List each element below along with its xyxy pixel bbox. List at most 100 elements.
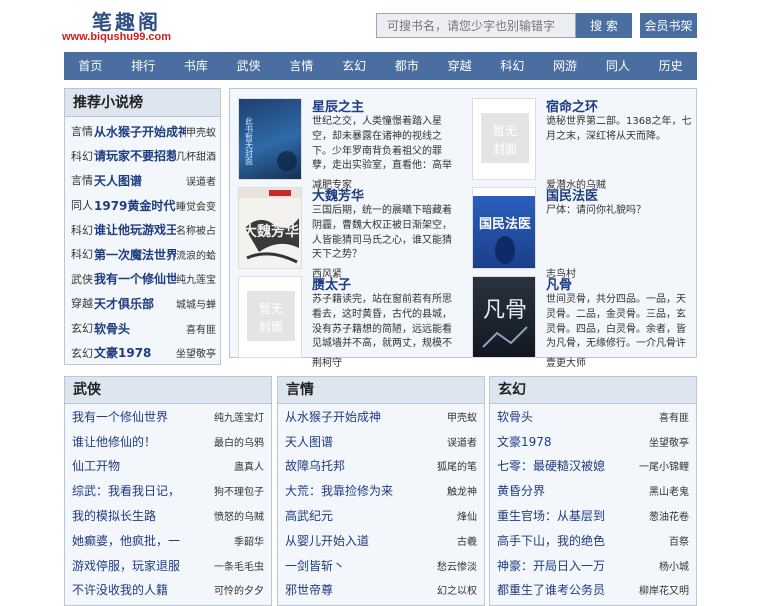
book-link[interactable]: 不许没收我的人籍	[72, 581, 168, 598]
recommend-book-link[interactable]: 天才俱乐部	[94, 295, 176, 312]
bookshelf-button[interactable]: 会员书架	[640, 13, 697, 38]
nav-item-scifi[interactable]: 科幻	[486, 52, 539, 80]
book-title-link[interactable]: 大魏芳华	[312, 185, 364, 204]
list-item: 谁让他修仙的！ 最白的乌鸦	[65, 429, 271, 454]
recommend-book-link[interactable]: 请玩家不要招惹软	[94, 147, 176, 164]
cover-caption: 封面	[493, 142, 517, 156]
book-link[interactable]: 她癫婆，他疯批，一	[72, 532, 180, 549]
book-link[interactable]: 邪世帝尊	[285, 581, 333, 598]
book-author: 杨小城	[659, 561, 689, 573]
book-link[interactable]: 重生官场：从基层到	[497, 507, 605, 524]
list-item: 重生官场：从基层到 葱油花卷	[490, 503, 696, 528]
nav-item-urban[interactable]: 都市	[381, 52, 434, 80]
featured-book: 此书暂无封面 星辰之主 世纪之交，人类憧憬着踏入星空，却未暴露在诸神的视线之下。…	[230, 96, 456, 191]
book-title-link[interactable]: 宿命之环	[546, 96, 598, 115]
search-button[interactable]: 搜 索	[576, 13, 632, 38]
recommend-category[interactable]: 言情	[71, 123, 94, 139]
recommend-category[interactable]: 科幻	[71, 246, 94, 262]
book-author: 柳岸花又明	[639, 586, 689, 598]
recommend-category[interactable]: 同人	[71, 197, 94, 213]
nav-item-home[interactable]: 首页	[64, 52, 117, 80]
book-title-link[interactable]: 星辰之主	[312, 96, 364, 115]
book-author: 狐尾的笔	[437, 462, 477, 474]
recommend-category[interactable]: 言情	[71, 172, 94, 188]
book-link[interactable]: 故障乌托邦	[285, 457, 345, 474]
nav-item-library[interactable]: 书库	[170, 52, 223, 80]
book-title-link[interactable]: 赝太子	[312, 274, 351, 293]
book-link[interactable]: 从婴儿开始入道	[285, 532, 369, 549]
book-link[interactable]: 神豪：开局日入一万	[497, 557, 605, 574]
recommend-book-link[interactable]: 软骨头	[94, 320, 186, 337]
list-item: 游戏停服，玩家退服 一条毛毛虫	[65, 553, 271, 578]
nav-item-fantasy[interactable]: 玄幻	[328, 52, 381, 80]
book-link[interactable]: 仙工开物	[72, 457, 120, 474]
book-link[interactable]: 我有一个修仙世界	[72, 408, 168, 425]
book-cover[interactable]: 暂无 封面	[472, 98, 536, 180]
recommend-book-link[interactable]: 从水猴子开始成神	[94, 123, 186, 140]
book-link[interactable]: 游戏停服，玩家退服	[72, 557, 180, 574]
book-link[interactable]: 文豪1978	[497, 433, 552, 450]
recommend-category[interactable]: 穿越	[71, 295, 94, 311]
nav-item-history[interactable]: 历史	[644, 52, 697, 80]
category-title[interactable]: 武侠	[65, 377, 271, 404]
recommend-item: 穿越 天才俱乐部 城城与蝉	[65, 291, 220, 316]
book-link[interactable]: 都重生了谁考公务员	[497, 581, 605, 598]
book-link[interactable]: 高手下山，我的绝色	[497, 532, 605, 549]
book-link[interactable]: 谁让他修仙的！	[72, 433, 156, 450]
recommend-book-link[interactable]: 1979黄金时代	[94, 197, 176, 214]
book-link[interactable]: 大荒：我靠捡修为来	[285, 482, 393, 499]
nav-item-wuxia[interactable]: 武侠	[222, 52, 275, 80]
book-link[interactable]: 软骨头	[497, 408, 533, 425]
recommend-book-link[interactable]: 第一次魔法世界大	[94, 246, 176, 263]
recommend-item: 言情 天人图谱 误道者	[65, 168, 220, 193]
book-cover[interactable]: 凡骨	[472, 276, 536, 358]
nav-item-online-game[interactable]: 网游	[539, 52, 592, 80]
category-title[interactable]: 玄幻	[490, 377, 696, 404]
book-author: 黑山老鬼	[649, 487, 689, 499]
book-cover[interactable]: 国民法医	[472, 187, 536, 269]
recommend-category[interactable]: 玄幻	[71, 320, 94, 336]
nav-item-fanfic[interactable]: 同人	[592, 52, 645, 80]
recommend-author: 误道者	[186, 176, 216, 188]
book-link[interactable]: 一剑皆斩丶	[285, 557, 345, 574]
recommend-category[interactable]: 科幻	[71, 148, 94, 164]
category-title[interactable]: 言情	[278, 377, 484, 404]
book-author: 幻之以权	[437, 586, 477, 598]
recommend-item: 玄幻 文豪1978 坐望敬亭	[65, 340, 220, 365]
book-title-link[interactable]: 国民法医	[546, 185, 598, 204]
cover-caption: 暂无	[259, 302, 283, 316]
book-cover[interactable]: 暂无 封面	[238, 276, 302, 358]
recommend-book-link[interactable]: 谁让他玩游戏王	[94, 221, 176, 238]
nav-item-timetravel[interactable]: 穿越	[433, 52, 486, 80]
recommend-category[interactable]: 玄幻	[71, 345, 94, 361]
recommend-book-link[interactable]: 天人图谱	[94, 172, 186, 189]
book-link[interactable]: 天人图谱	[285, 433, 333, 450]
book-link[interactable]: 从水猴子开始成神	[285, 408, 381, 425]
book-link[interactable]: 高武纪元	[285, 507, 333, 524]
recommend-category[interactable]: 科幻	[71, 222, 94, 238]
search-input[interactable]	[376, 13, 576, 38]
cover-art: 凡骨	[482, 298, 528, 348]
nav-item-romance[interactable]: 言情	[275, 52, 328, 80]
recommend-author: 喜有匪	[186, 324, 216, 336]
cover-caption: 国民法医	[479, 216, 531, 232]
book-link[interactable]: 七零：最硬糙汉被媳	[497, 457, 605, 474]
recommend-category[interactable]: 武侠	[71, 271, 94, 287]
book-title-link[interactable]: 凡骨	[546, 274, 572, 293]
book-author: 蛊真人	[234, 462, 264, 474]
book-author: 误道者	[447, 437, 477, 449]
book-link[interactable]: 我的模拟长生路	[72, 507, 156, 524]
cover-art: 国民法医	[473, 188, 535, 264]
book-cover[interactable]: 此书暂无封面	[238, 98, 302, 180]
book-link[interactable]: 综武：我看我日记，	[72, 482, 180, 499]
nav-item-ranking[interactable]: 排行	[117, 52, 170, 80]
book-author: 纯九莲宝灯	[214, 412, 264, 424]
book-link[interactable]: 黄昏分界	[497, 482, 545, 499]
list-item: 一剑皆斩丶 愁云惨淡	[278, 553, 484, 578]
recommend-book-link[interactable]: 文豪1978	[94, 344, 176, 361]
recommend-item: 科幻 谁让他玩游戏王 名称被占	[65, 217, 220, 242]
cover-caption: 大魏芳华	[243, 223, 299, 240]
main-nav: 首页 排行 书库 武侠 言情 玄幻 都市 穿越 科幻 网游 同人 历史	[64, 52, 697, 80]
book-cover[interactable]: 大魏芳华	[238, 187, 302, 269]
recommend-book-link[interactable]: 我有一个修仙世界	[94, 270, 176, 287]
